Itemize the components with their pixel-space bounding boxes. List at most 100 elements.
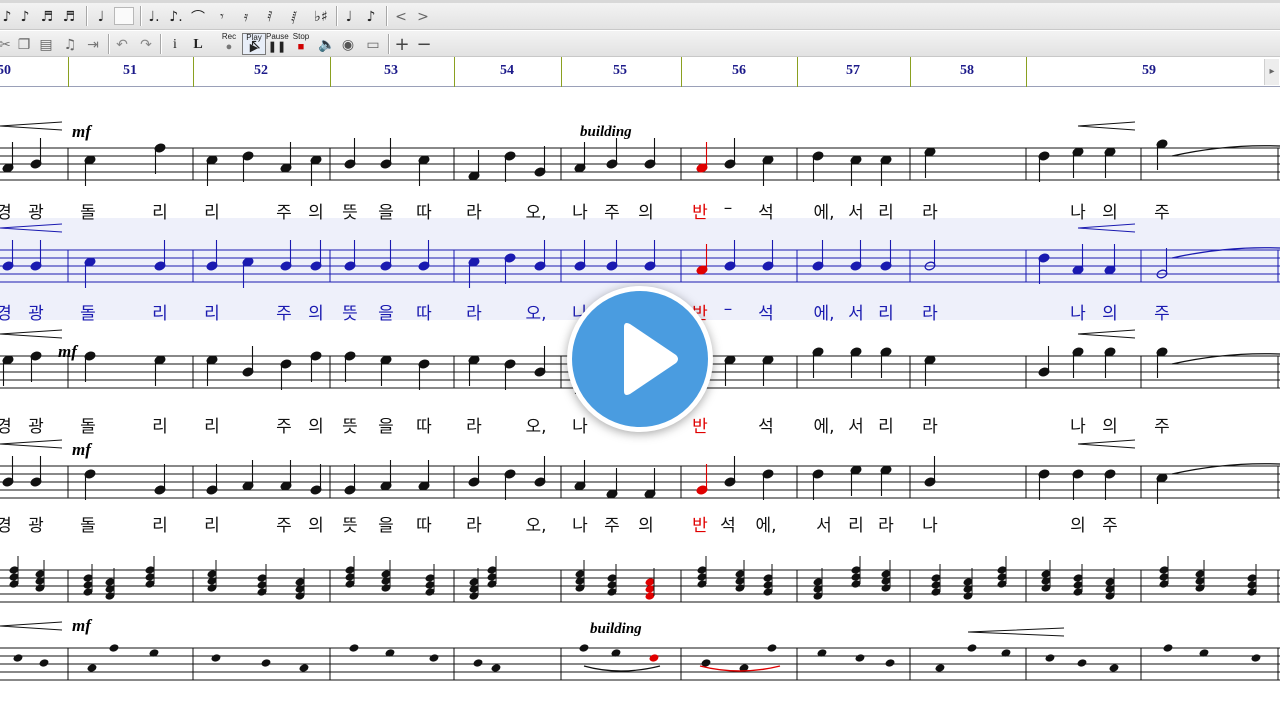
globe-icon[interactable]: ◉ <box>340 34 356 55</box>
small-note-icon[interactable]: ♩ <box>342 6 356 27</box>
dynamic-mf: mf <box>72 122 91 141</box>
lyric-syllable: 리 <box>152 304 168 324</box>
insert-icon[interactable]: ⇥ <box>84 34 102 55</box>
lyric-syllable: 의 <box>638 516 654 536</box>
stop-button[interactable]: Stop ■ <box>289 33 313 55</box>
lyric-syllable: 라 <box>466 516 482 536</box>
play-triangle-icon <box>624 323 678 395</box>
ruler-tick <box>1026 57 1027 87</box>
lyric-syllable: 리 <box>152 516 168 536</box>
lyric-syllable: 리 <box>152 203 168 223</box>
pause-button[interactable]: Pause ❚❚ <box>266 32 289 55</box>
lyric-syllable: 돌 <box>80 304 96 324</box>
pause-label: Pause <box>266 32 289 41</box>
note-input-icon[interactable]: ♫ <box>62 34 78 55</box>
lyric-syllable: – <box>723 198 733 218</box>
bar-number[interactable]: 59 <box>1142 63 1156 79</box>
bar-number[interactable]: 57 <box>846 63 860 79</box>
toolbar-separator <box>86 6 87 26</box>
tempo-marking: building <box>580 124 632 140</box>
lyric-syllable: 의 <box>638 203 654 223</box>
bar-number[interactable]: 51 <box>123 63 137 79</box>
lyric-syllable: 라 <box>922 417 938 437</box>
sixteenth-note-icon[interactable]: ♬ <box>40 6 54 27</box>
bass-note <box>935 664 945 672</box>
lyric-syllable: 리 <box>878 417 894 437</box>
lyric-syllable: 을 <box>378 203 394 223</box>
mouse-cursor-icon: ↖ <box>250 37 262 53</box>
bass-note <box>349 644 359 652</box>
bass-note <box>13 654 23 662</box>
lyric-tool-icon[interactable]: L <box>190 34 206 55</box>
lyric-syllable: 리 <box>204 203 220 223</box>
ruler-scroll-arrow[interactable]: ▸ <box>1264 59 1279 85</box>
lyric-syllable: 주 <box>276 417 292 437</box>
eighth-rest-icon[interactable]: 𝄿 <box>238 6 254 27</box>
eighth-note-icon[interactable]: ♪ <box>18 6 32 27</box>
lyric-syllable: 리 <box>878 203 894 223</box>
bar-number[interactable]: 50 <box>0 63 11 79</box>
bar-number[interactable]: 53 <box>384 63 398 79</box>
bass-note <box>885 659 895 667</box>
undo-icon[interactable]: ↶ <box>114 34 130 55</box>
nav-left-button[interactable]: < <box>392 6 410 27</box>
dotted-quarter-icon[interactable]: ♩. <box>146 6 162 27</box>
bar-number[interactable]: 52 <box>254 63 268 79</box>
dotted-eighth-icon[interactable]: ♪. <box>168 6 184 27</box>
tie-curve <box>1171 463 1280 475</box>
ruler-tick <box>68 57 69 87</box>
thirtysecond-note-icon[interactable]: ♬ <box>62 6 76 27</box>
toolbar-separator <box>388 34 389 54</box>
tie-icon[interactable]: ⌒ <box>190 6 206 27</box>
copy-icon[interactable]: ❐ <box>16 34 32 55</box>
video-play-button[interactable] <box>567 286 713 432</box>
bass-note <box>1251 654 1261 662</box>
speaker-icon[interactable]: 🔈 <box>318 34 336 55</box>
lyric-syllable: 에, <box>813 304 835 324</box>
zoom-in-icon[interactable]: + <box>394 34 410 55</box>
record-label: Rec <box>221 32 237 41</box>
lyric-syllable: 의 <box>1102 417 1118 437</box>
blank-box-icon[interactable] <box>114 7 134 25</box>
note-palette-toolbar: ♩ ♪ ♪ ♬ ♬ ♩. ♪. ⌒ 𝄾 𝄿 𝅀 𝅁 ♭♯ ♩ ♪ < > <box>0 3 1280 30</box>
info-icon[interactable]: i <box>168 34 182 55</box>
bar-number[interactable]: 55 <box>613 63 627 79</box>
bass-note <box>1163 644 1173 652</box>
redo-icon[interactable]: ↷ <box>138 34 154 55</box>
lyric-syllable: 라 <box>466 203 482 223</box>
lyric-syllable: 을 <box>378 304 394 324</box>
lyric-syllable: 뜻 <box>342 516 358 536</box>
paste-icon[interactable]: ▤ <box>38 34 54 55</box>
scissors-icon[interactable]: ✂ <box>0 34 11 55</box>
lyric-syllable: 리 <box>878 304 894 324</box>
lyric-syllable: 주 <box>1154 417 1170 437</box>
dynamic-mf: mf <box>72 440 91 459</box>
lyric-syllable: 경 <box>0 516 12 536</box>
crescendo-hairpin <box>0 621 63 631</box>
quarter-note-icon[interactable]: ♩ <box>94 6 108 27</box>
lyric-syllable: 반 <box>692 203 708 223</box>
lyric-syllable: 석 <box>758 203 774 223</box>
bar-number[interactable]: 56 <box>732 63 746 79</box>
lyric-syllable: 오, <box>525 304 547 324</box>
bass-note <box>491 664 501 672</box>
stop-square-icon: ■ <box>297 41 305 53</box>
nav-right-button[interactable]: > <box>414 6 432 27</box>
lyric-syllable: 주 <box>276 304 292 324</box>
lyric-syllable: 돌 <box>80 516 96 536</box>
zoom-out-icon[interactable]: − <box>416 34 432 55</box>
grace-note-icon[interactable]: ♪ <box>364 6 378 27</box>
thirtysecond-rest-icon[interactable]: 𝅁 <box>286 6 302 27</box>
quarter-rest-icon[interactable]: 𝄾 <box>214 6 230 27</box>
bar-number[interactable]: 58 <box>960 63 974 79</box>
record-button[interactable]: Rec ● <box>218 33 240 55</box>
bass-note <box>87 664 97 672</box>
lyric-syllable: 경 <box>0 203 12 223</box>
flat-sharp-icon[interactable]: ♭♯ <box>310 6 332 27</box>
lyric-syllable: 뜻 <box>342 417 358 437</box>
eighth-note-icon[interactable]: ♪ <box>0 6 14 27</box>
sixteenth-rest-icon[interactable]: 𝅀 <box>262 6 278 27</box>
lyric-syllable: 주 <box>276 516 292 536</box>
keyboard-icon[interactable]: ▭ <box>362 34 384 55</box>
bar-number[interactable]: 54 <box>500 63 514 79</box>
